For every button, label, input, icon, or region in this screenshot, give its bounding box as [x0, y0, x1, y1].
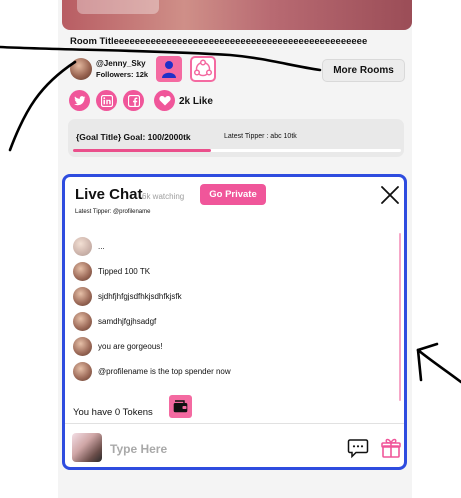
wallet-button[interactable] [169, 395, 192, 418]
gift-icon[interactable] [380, 437, 402, 459]
linkedin-icon [100, 94, 113, 107]
more-rooms-button[interactable]: More Rooms [322, 59, 405, 82]
goal-card: {Goal Title} Goal: 100/2000tk Latest Tip… [68, 119, 404, 157]
chat-message: Tipped 100 TK [73, 261, 150, 281]
message-avatar[interactable] [73, 261, 92, 281]
connect-button[interactable] [190, 56, 216, 82]
stream-preview-overlay [77, 0, 159, 14]
chat-message: @profilename is the top spender now [73, 361, 231, 381]
streamer-avatar[interactable] [70, 58, 92, 80]
close-icon[interactable] [378, 183, 402, 207]
user-icon [162, 61, 176, 78]
heart-icon [158, 96, 171, 106]
profile-button[interactable] [156, 56, 182, 82]
live-chat-panel: Live Chat 6k watching Go Private Latest … [62, 174, 407, 470]
chat-scrollbar[interactable] [399, 233, 401, 401]
share-network-icon [193, 59, 213, 77]
chat-divider [65, 423, 404, 424]
chat-watching-count: 6k watching [142, 192, 185, 201]
goal-progress-track [73, 149, 401, 152]
goal-progress-fill [73, 149, 211, 152]
chat-latest-tipper: Latest Tipper: @profilename [75, 209, 151, 215]
twitter-button[interactable] [69, 90, 90, 111]
room-title: Room Titleeeeeeeeeeeeeeeeeeeeeeeeeeeeeee… [70, 36, 368, 47]
message-avatar[interactable] [73, 361, 92, 381]
message-text: ... [98, 241, 105, 251]
message-text: Tipped 100 TK [98, 266, 151, 276]
go-private-button[interactable]: Go Private [200, 184, 266, 205]
comment-icon[interactable] [347, 437, 369, 459]
facebook-icon [127, 94, 140, 107]
message-text: you are gorgeous! [98, 341, 163, 351]
message-avatar[interactable] [73, 311, 92, 331]
message-avatar[interactable] [73, 336, 92, 356]
message-avatar[interactable] [73, 236, 92, 256]
goal-latest-tipper: Latest Tipper : abc 10tk [224, 133, 297, 140]
stream-preview-image[interactable] [62, 0, 412, 30]
chat-message: samdhjfgjhsadgf [73, 311, 156, 331]
goal-label: {Goal Title} Goal: 100/2000tk [76, 132, 191, 142]
user-avatar[interactable] [72, 433, 102, 462]
like-button[interactable] [154, 90, 175, 111]
token-balance: You have 0 Tokens [73, 407, 153, 418]
streamer-info[interactable]: @Jenny_Sky Followers: 12k [70, 57, 148, 81]
message-text: samdhjfgjhsadgf [98, 316, 157, 326]
app-canvas: Room Titleeeeeeeeeeeeeeeeeeeeeeeeeeeeeee… [0, 0, 461, 498]
message-text: @profilename is the top spender now [98, 366, 231, 376]
streamer-followers: Followers: 12k [96, 70, 149, 79]
chat-message: ... [73, 236, 105, 256]
message-text: sjdhfjhfgjsdfhkjsdhfkjsfk [98, 291, 182, 301]
chat-title: Live Chat [75, 186, 143, 203]
streamer-name[interactable]: @Jenny_Sky [96, 58, 148, 69]
chat-message: sjdhfjhfgjsdfhkjsdhfkjsfk [73, 286, 182, 306]
chat-message-input[interactable]: Type Here [110, 442, 167, 456]
twitter-icon [73, 95, 85, 105]
linkedin-button[interactable] [96, 90, 117, 111]
wallet-icon [173, 400, 188, 413]
chat-message: you are gorgeous! [73, 336, 163, 356]
message-avatar[interactable] [73, 286, 92, 306]
like-count: 2k Like [179, 96, 213, 107]
facebook-button[interactable] [123, 90, 144, 111]
